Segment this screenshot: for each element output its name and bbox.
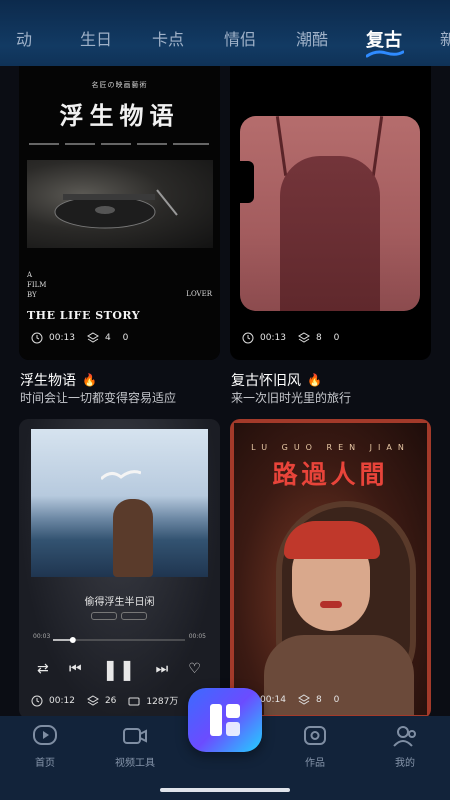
tab-new-year[interactable]: 新年 xyxy=(420,26,450,52)
template-stats: 00:12 26 1287万 xyxy=(31,694,184,707)
template-layout-icon xyxy=(210,704,240,736)
template-card-3[interactable]: 偷得浮生半日闲 00:03 00:05 ⇄ ⏮ ❚❚ ⏭ ♡ 00:12 26 … xyxy=(19,419,220,716)
dress-shape xyxy=(280,156,380,311)
shuffle-icon: ⇄ xyxy=(37,661,49,677)
template-desc: 来一次旧时光里的旅行 xyxy=(231,391,352,405)
clock-icon xyxy=(242,332,254,344)
poster-lover: LOVER xyxy=(186,290,212,298)
seagull-shape xyxy=(101,470,141,481)
clock-icon xyxy=(31,695,43,706)
layers-icon xyxy=(297,694,310,705)
layer-count: 26 xyxy=(104,695,117,706)
template-thumbnail: 名匠の映画藝術 浮生物语 A FILM BY LOVER THE LIFE ST… xyxy=(19,66,220,360)
progress-bar xyxy=(53,637,185,643)
template-title[interactable]: 浮生物语 🔥 xyxy=(20,370,97,390)
frame-notch xyxy=(230,161,254,203)
dress-strap xyxy=(275,116,288,176)
template-thumbnail xyxy=(31,429,208,577)
poster-top-text: LU GUO REN JIAN xyxy=(251,443,410,452)
tab-beat[interactable]: 卡点 xyxy=(132,26,204,52)
poster-film-credit: A FILM BY xyxy=(27,270,46,300)
poster-story: THE LIFE STORY xyxy=(27,309,141,322)
nav-mine[interactable]: 我的 xyxy=(370,724,440,769)
nav-works[interactable]: 作品 xyxy=(280,724,350,769)
next-icon: ⏭ xyxy=(155,661,169,677)
nav-works-label: 作品 xyxy=(305,758,325,769)
nav-home[interactable]: 首页 xyxy=(10,724,80,769)
heart-icon: ♡ xyxy=(188,661,201,677)
template-title-text: 浮生物语 xyxy=(20,373,76,389)
template-card-2[interactable]: 00:13 8 0 xyxy=(230,66,431,360)
nav-tools-label: 视频工具 xyxy=(115,758,155,769)
works-icon xyxy=(304,726,326,745)
lips-shape xyxy=(320,601,342,608)
template-desc: 时间会让一切都变得容易适应 xyxy=(20,391,177,405)
layers-icon xyxy=(86,332,99,343)
tab-cool[interactable]: 潮酷 xyxy=(276,26,348,52)
template-card-4[interactable]: LU GUO REN JIAN 路過人間 00:14 8 0 xyxy=(230,419,431,716)
previous-icon: ⏮ xyxy=(68,661,82,677)
song-tags xyxy=(91,612,147,620)
poster-subtitle: 名匠の映画藝術 xyxy=(91,81,148,89)
duration: 00:14 xyxy=(260,695,286,705)
template-title-text: 复古怀旧风 xyxy=(231,373,301,389)
active-tab-indicator xyxy=(366,50,404,58)
layer-count: 4 xyxy=(104,333,111,343)
template-stats: 00:13 8 0 xyxy=(242,332,345,344)
template-stats: 00:13 4 0 xyxy=(31,332,134,344)
layers-icon xyxy=(297,332,310,343)
nav-home-label: 首页 xyxy=(35,758,55,769)
poster-title: 浮生物语 xyxy=(59,101,180,130)
category-tab-bar: 动 生日 卡点 情侣 潮酷 复古 新年 xyxy=(0,0,450,66)
poster-film-line: FILM xyxy=(27,281,47,289)
nav-mine-label: 我的 xyxy=(395,758,415,769)
layer-count: 8 xyxy=(315,695,322,705)
dress-strap xyxy=(371,116,384,176)
tab-birthday[interactable]: 生日 xyxy=(60,26,132,52)
clock-icon xyxy=(31,332,43,344)
home-indicator xyxy=(160,788,290,792)
play-circle-icon xyxy=(33,725,57,745)
layer-count: 8 xyxy=(315,333,322,343)
use-count: 0 xyxy=(333,695,340,705)
pause-icon: ❚❚ xyxy=(101,657,136,681)
create-button[interactable] xyxy=(188,688,262,752)
video-camera-icon xyxy=(123,728,147,744)
template-thumbnail: LU GUO REN JIAN 路過人間 xyxy=(230,419,431,716)
fire-icon: 🔥 xyxy=(307,373,322,387)
duration: 00:13 xyxy=(49,333,75,343)
profile-icon xyxy=(393,726,416,747)
poster-film-line: BY xyxy=(27,291,37,299)
player-controls: ⇄ ⏮ ❚❚ ⏭ ♡ xyxy=(37,657,201,681)
poster-text-lines xyxy=(29,143,209,145)
tab-retro-label: 复古 xyxy=(366,30,402,51)
use-count: 0 xyxy=(122,333,129,343)
beret-shape xyxy=(284,521,380,559)
template-title[interactable]: 复古怀旧风 🔥 xyxy=(231,370,322,390)
template-card-1[interactable]: 名匠の映画藝術 浮生物语 A FILM BY LOVER THE LIFE ST… xyxy=(19,66,220,360)
nav-video-tools[interactable]: 视频工具 xyxy=(100,724,170,769)
poster-film-line: A xyxy=(27,271,33,279)
tab-retro[interactable]: 复古 xyxy=(348,26,420,58)
layers-icon xyxy=(86,694,99,706)
poster-title: 路過人間 xyxy=(272,460,389,489)
record-player-photo xyxy=(27,160,213,248)
video-icon xyxy=(128,697,140,705)
duration: 00:13 xyxy=(260,333,286,343)
use-count: 0 xyxy=(333,333,340,343)
tab-0[interactable]: 动 xyxy=(0,26,60,52)
song-title: 偷得浮生半日闲 xyxy=(84,597,155,608)
person-shape xyxy=(113,499,153,577)
duration: 00:12 xyxy=(49,695,75,706)
tab-list: 动 生日 卡点 情侣 潮酷 复古 新年 xyxy=(0,26,450,58)
template-feed[interactable]: 名匠の映画藝術 浮生物语 A FILM BY LOVER THE LIFE ST… xyxy=(0,66,450,716)
tab-couple[interactable]: 情侣 xyxy=(204,26,276,52)
template-thumbnail xyxy=(240,116,420,311)
use-count: 1287万 xyxy=(146,697,179,707)
fire-icon: 🔥 xyxy=(82,373,97,387)
